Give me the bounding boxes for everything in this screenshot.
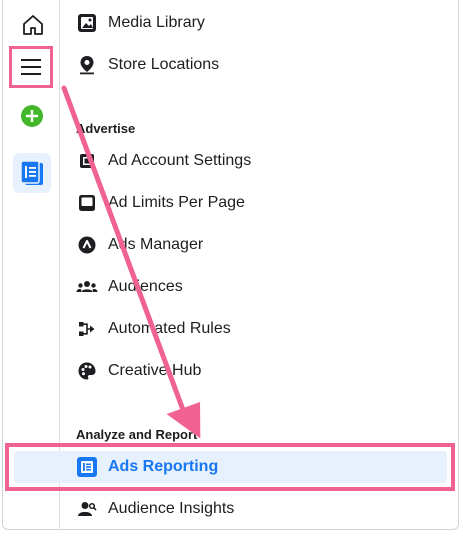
menu-item-creative-hub[interactable]: Creative Hub	[76, 354, 446, 388]
plus-circle-icon	[21, 105, 43, 127]
hamburger-menu-icon	[21, 59, 41, 75]
menu-item-label: Media Library	[108, 14, 205, 31]
map-pin-icon	[76, 54, 98, 76]
ad-limits-icon	[76, 192, 98, 214]
menu-item-audience-insights[interactable]: Audience Insights	[76, 492, 446, 526]
create-button[interactable]	[19, 103, 45, 129]
menu-item-label: Automated Rules	[108, 320, 231, 337]
ads-reporting-icon	[20, 160, 43, 185]
menu-item-label: Store Locations	[108, 56, 220, 73]
menu-item-store-locations[interactable]: Store Locations	[76, 48, 446, 82]
ads-manager-icon	[76, 234, 98, 256]
ads-reporting-rail-button[interactable]	[13, 153, 51, 193]
audiences-icon	[76, 276, 98, 298]
menu-item-label: Audiences	[108, 278, 183, 295]
audience-insights-icon	[76, 498, 98, 520]
menu-item-label: Ad Account Settings	[108, 152, 252, 169]
automated-rules-icon	[76, 318, 98, 340]
menu-item-media-library[interactable]: Media Library	[76, 6, 446, 40]
menu-button[interactable]	[9, 46, 53, 88]
ad-account-settings-icon	[76, 150, 98, 172]
palette-icon	[76, 360, 98, 382]
menu-item-ad-limits-per-page[interactable]: Ad Limits Per Page	[76, 186, 446, 220]
media-library-icon	[76, 12, 98, 34]
menu-item-audiences[interactable]: Audiences	[76, 270, 446, 304]
section-heading-advertise: Advertise	[76, 121, 136, 136]
menu-item-label: Ad Limits Per Page	[108, 194, 245, 211]
menu-item-label: Audience Insights	[108, 500, 235, 517]
home-icon	[23, 15, 43, 35]
menu-item-ad-account-settings[interactable]: Ad Account Settings	[76, 144, 446, 178]
menu-item-label: Ads Manager	[108, 236, 204, 253]
home-button[interactable]	[18, 10, 48, 40]
section-heading-analyze-and-report: Analyze and Report	[76, 427, 198, 442]
menu-item-ads-manager[interactable]: Ads Manager	[76, 228, 446, 262]
menu-item-automated-rules[interactable]: Automated Rules	[76, 312, 446, 346]
highlight-box	[5, 443, 455, 491]
menu-item-label: Creative Hub	[108, 362, 202, 379]
